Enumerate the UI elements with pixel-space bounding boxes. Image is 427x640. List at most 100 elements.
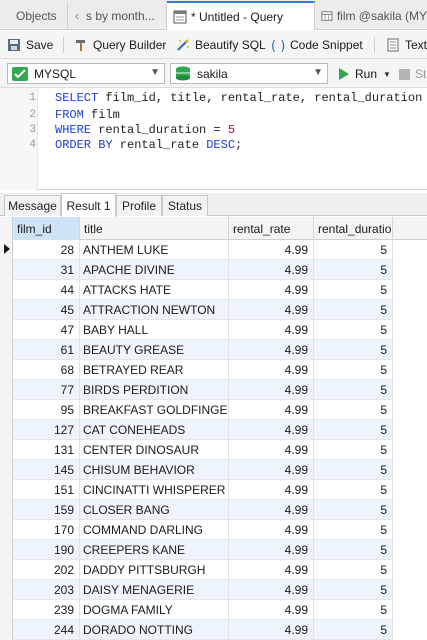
column-header-title[interactable]: title: [80, 217, 229, 240]
table-row[interactable]: 77 BIRDS PERDITION 4.99 5: [13, 380, 393, 400]
connection-select[interactable]: MYSQL ▼: [7, 63, 165, 84]
cell-film-id[interactable]: 244: [13, 620, 80, 640]
cell-rental-duration[interactable]: 5: [314, 460, 393, 480]
cell-film-id[interactable]: 77: [13, 380, 80, 400]
cell-title[interactable]: BABY HALL: [80, 320, 229, 340]
code-line[interactable]: WHERE rental_duration = 5: [55, 123, 235, 137]
cell-film-id[interactable]: 203: [13, 580, 80, 600]
run-button[interactable]: Run ▼: [338, 64, 391, 84]
table-row[interactable]: 203 DAISY MENAGERIE 4.99 5: [13, 580, 393, 600]
cell-rental-rate[interactable]: 4.99: [229, 260, 314, 280]
cell-film-id[interactable]: 68: [13, 360, 80, 380]
table-row[interactable]: 131 CENTER DINOSAUR 4.99 5: [13, 440, 393, 460]
table-row[interactable]: 151 CINCINATTI WHISPERER 4.99 5: [13, 480, 393, 500]
cell-title[interactable]: ATTACKS HATE: [80, 280, 229, 300]
cell-film-id[interactable]: 127: [13, 420, 80, 440]
cell-film-id[interactable]: 44: [13, 280, 80, 300]
tab-objects[interactable]: Objects: [0, 2, 68, 29]
cell-rental-rate[interactable]: 4.99: [229, 420, 314, 440]
cell-rental-duration[interactable]: 5: [314, 280, 393, 300]
cell-film-id[interactable]: 202: [13, 560, 80, 580]
cell-rental-duration[interactable]: 5: [314, 620, 393, 640]
text-button[interactable]: Text: [386, 35, 427, 55]
cell-rental-rate[interactable]: 4.99: [229, 500, 314, 520]
column-header-film-id[interactable]: film_id: [13, 217, 80, 240]
tab-result-1[interactable]: Result 1: [61, 193, 116, 217]
tab-film-table[interactable]: film @sakila (MY: [315, 2, 427, 29]
table-row[interactable]: 95 BREAKFAST GOLDFINGER 4.99 5: [13, 400, 393, 420]
cell-film-id[interactable]: 45: [13, 300, 80, 320]
cell-rental-rate[interactable]: 4.99: [229, 480, 314, 500]
cell-title[interactable]: CAT CONEHEADS: [80, 420, 229, 440]
cell-film-id[interactable]: 151: [13, 480, 80, 500]
cell-rental-rate[interactable]: 4.99: [229, 300, 314, 320]
chevron-down-icon[interactable]: ▼: [313, 67, 323, 78]
cell-rental-rate[interactable]: 4.99: [229, 620, 314, 640]
database-select[interactable]: sakila ▼: [170, 63, 328, 84]
cell-title[interactable]: ATTRACTION NEWTON: [80, 300, 229, 320]
cell-rental-duration[interactable]: 5: [314, 560, 393, 580]
cell-title[interactable]: BIRDS PERDITION: [80, 380, 229, 400]
table-row[interactable]: 127 CAT CONEHEADS 4.99 5: [13, 420, 393, 440]
run-dropdown-icon[interactable]: ▼: [383, 70, 391, 79]
cell-rental-duration[interactable]: 5: [314, 540, 393, 560]
beautify-sql-button[interactable]: Beautify SQL: [176, 35, 266, 55]
cell-rental-rate[interactable]: 4.99: [229, 560, 314, 580]
code-line[interactable]: ORDER BY rental_rate DESC;: [55, 138, 242, 152]
cell-rental-duration[interactable]: 5: [314, 380, 393, 400]
sql-editor[interactable]: 1 SELECT film_id, title, rental_rate, ren…: [0, 88, 427, 190]
table-row[interactable]: 190 CREEPERS KANE 4.99 5: [13, 540, 393, 560]
cell-title[interactable]: CINCINATTI WHISPERER: [80, 480, 229, 500]
cell-rental-rate[interactable]: 4.99: [229, 360, 314, 380]
cell-rental-rate[interactable]: 4.99: [229, 280, 314, 300]
cell-title[interactable]: CREEPERS KANE: [80, 540, 229, 560]
cell-film-id[interactable]: 239: [13, 600, 80, 620]
table-row[interactable]: 61 BEAUTY GREASE 4.99 5: [13, 340, 393, 360]
row-selector-column[interactable]: [0, 240, 13, 640]
cell-film-id[interactable]: 61: [13, 340, 80, 360]
cell-film-id[interactable]: 145: [13, 460, 80, 480]
table-row[interactable]: 159 CLOSER BANG 4.99 5: [13, 500, 393, 520]
cell-title[interactable]: CHISUM BEHAVIOR: [80, 460, 229, 480]
cell-rental-duration[interactable]: 5: [314, 440, 393, 460]
cell-film-id[interactable]: 170: [13, 520, 80, 540]
cell-rental-duration[interactable]: 5: [314, 480, 393, 500]
table-row[interactable]: 202 DADDY PITTSBURGH 4.99 5: [13, 560, 393, 580]
cell-rental-rate[interactable]: 4.99: [229, 380, 314, 400]
cell-rental-duration[interactable]: 5: [314, 360, 393, 380]
cell-rental-rate[interactable]: 4.99: [229, 340, 314, 360]
cell-rental-duration[interactable]: 5: [314, 400, 393, 420]
cell-title[interactable]: APACHE DIVINE: [80, 260, 229, 280]
cell-film-id[interactable]: 190: [13, 540, 80, 560]
cell-title[interactable]: DORADO NOTTING: [80, 620, 229, 640]
cell-title[interactable]: ANTHEM LUKE: [80, 240, 229, 260]
cell-film-id[interactable]: 131: [13, 440, 80, 460]
tab-sales-by-month[interactable]: ‹ s by month...: [68, 2, 167, 29]
cell-film-id[interactable]: 31: [13, 260, 80, 280]
table-row[interactable]: 31 APACHE DIVINE 4.99 5: [13, 260, 393, 280]
cell-title[interactable]: BEAUTY GREASE: [80, 340, 229, 360]
code-line[interactable]: SELECT film_id, title, rental_rate, rent…: [55, 91, 422, 105]
cell-rental-rate[interactable]: 4.99: [229, 440, 314, 460]
table-row[interactable]: 170 COMMAND DARLING 4.99 5: [13, 520, 393, 540]
cell-rental-rate[interactable]: 4.99: [229, 540, 314, 560]
table-row[interactable]: 45 ATTRACTION NEWTON 4.99 5: [13, 300, 393, 320]
cell-rental-rate[interactable]: 4.99: [229, 580, 314, 600]
cell-film-id[interactable]: 159: [13, 500, 80, 520]
cell-title[interactable]: BREAKFAST GOLDFINGER: [80, 400, 229, 420]
table-row[interactable]: 239 DOGMA FAMILY 4.99 5: [13, 600, 393, 620]
query-builder-button[interactable]: Query Builder: [74, 35, 166, 55]
cell-rental-rate[interactable]: 4.99: [229, 320, 314, 340]
tab-profile[interactable]: Profile: [116, 195, 162, 216]
stop-button[interactable]: St: [399, 64, 426, 84]
cell-title[interactable]: BETRAYED REAR: [80, 360, 229, 380]
table-row[interactable]: 145 CHISUM BEHAVIOR 4.99 5: [13, 460, 393, 480]
result-grid[interactable]: film_id title rental_rate rental_duratio…: [0, 217, 427, 640]
cell-rental-rate[interactable]: 4.99: [229, 460, 314, 480]
chevron-down-icon[interactable]: ▼: [150, 67, 160, 78]
cell-rental-rate[interactable]: 4.99: [229, 400, 314, 420]
tab-message[interactable]: Message: [4, 195, 61, 216]
cell-rental-rate[interactable]: 4.99: [229, 600, 314, 620]
table-row[interactable]: 68 BETRAYED REAR 4.99 5: [13, 360, 393, 380]
cell-rental-rate[interactable]: 4.99: [229, 520, 314, 540]
